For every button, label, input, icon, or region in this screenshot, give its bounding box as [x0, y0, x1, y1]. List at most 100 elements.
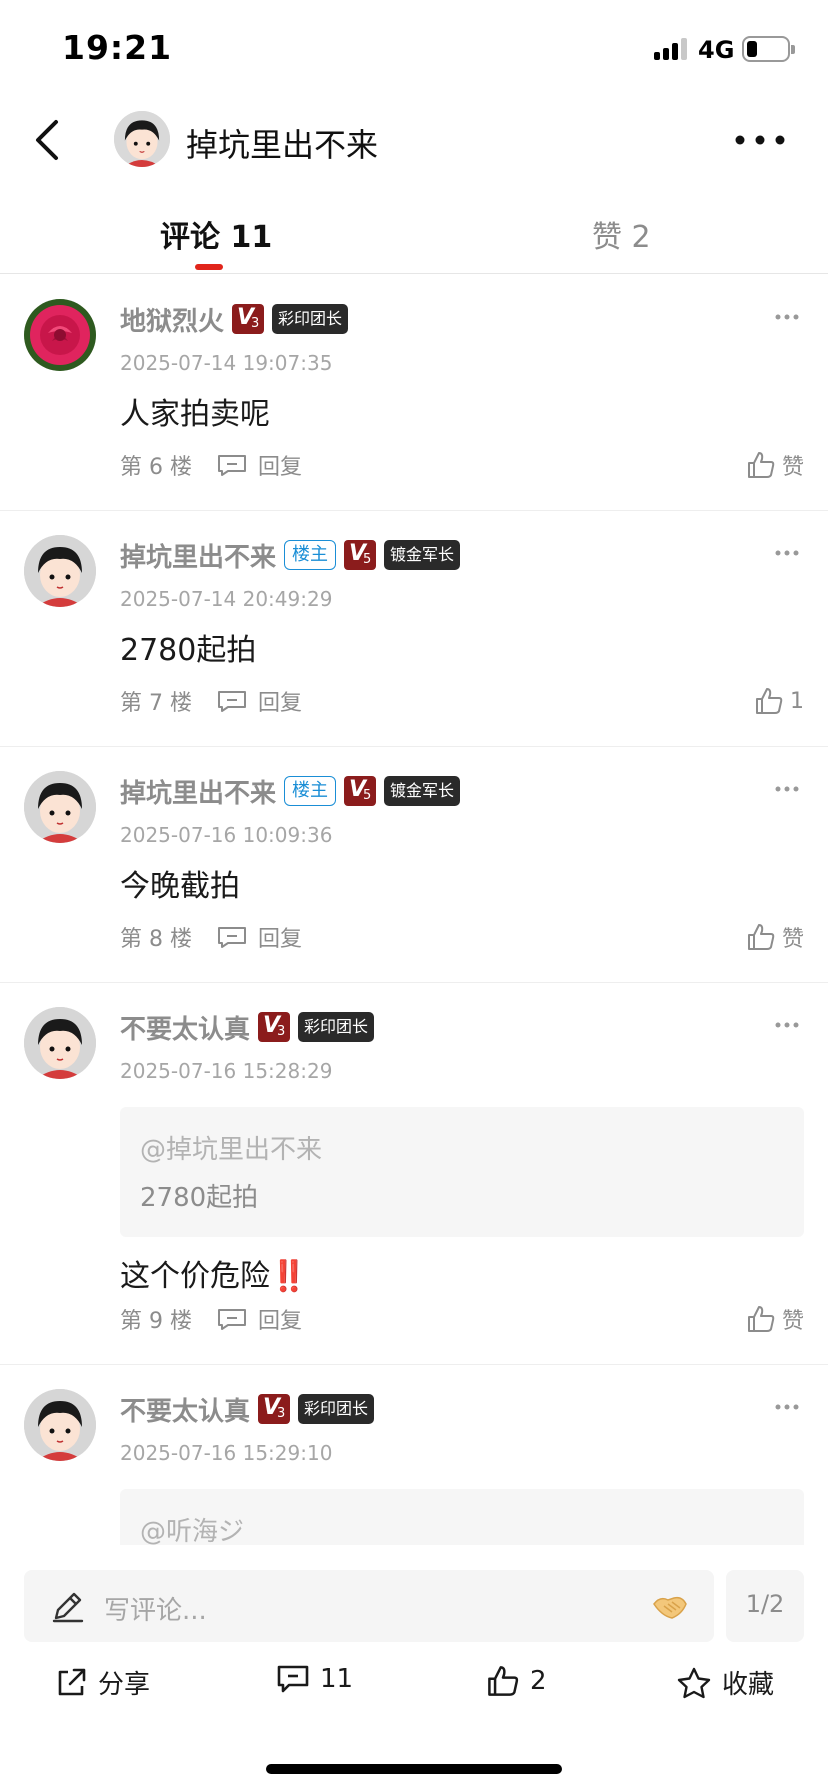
commenter-name[interactable]: 掉坑里出不来: [120, 537, 276, 574]
comment-header: 掉坑里出不来 楼主 V5 镀金军长: [120, 537, 461, 574]
reply-button[interactable]: 回复: [216, 1303, 302, 1335]
reply-bubble-icon: [217, 691, 246, 712]
comment-timestamp: 2025-07-14 19:07:35: [120, 351, 333, 375]
share-button[interactable]: 分享: [54, 1664, 150, 1701]
comment-item: 不要太认真 V3 彩印团长 2025-07-16 15:28:29 @掉坑里出不…: [0, 983, 828, 1365]
floor-number: 第 7 楼: [120, 691, 192, 716]
like-button[interactable]: 赞: [746, 919, 804, 955]
like-button[interactable]: 赞: [746, 447, 804, 483]
comment-text: 人家拍卖呢: [120, 397, 270, 432]
comment-text: 2780起拍: [120, 633, 257, 668]
reply-bubble-icon: [217, 455, 246, 476]
vip-badge: V3: [258, 1012, 291, 1042]
comment-more-icon[interactable]: [774, 785, 800, 793]
quoted-comment[interactable]: @听海ジ: [120, 1489, 804, 1545]
comments-button[interactable]: 11: [276, 1664, 353, 1694]
pen-icon: [52, 1592, 84, 1623]
floor-number: 第 8 楼: [120, 927, 192, 952]
page-indicator[interactable]: 1/2: [726, 1570, 804, 1642]
avatar[interactable]: [24, 771, 96, 843]
reply-button[interactable]: 回复: [216, 685, 302, 717]
share-icon: [58, 1668, 86, 1695]
avatar[interactable]: [24, 1389, 96, 1461]
thumbs-up-icon: [747, 452, 775, 478]
comment-timestamp: 2025-07-16 10:09:36: [120, 823, 333, 847]
tab-bar: 评论 11 赞 2: [0, 200, 828, 274]
handshake-icon[interactable]: [650, 1588, 690, 1624]
reply-label: 回复: [257, 691, 302, 716]
thumbs-up-icon: [488, 1666, 519, 1696]
more-options-icon[interactable]: [732, 134, 788, 146]
cartoon-avatar-icon: [24, 1007, 96, 1079]
like-post-button[interactable]: 2: [486, 1664, 547, 1698]
commenter-name[interactable]: 不要太认真: [120, 1391, 250, 1428]
comment-actions: 第 7 楼 回复: [120, 683, 302, 719]
comment-text-body: 这个价危险: [120, 1259, 270, 1294]
comment-list[interactable]: 地狱烈火 V3 彩印团长 2025-07-14 19:07:35 人家拍卖呢 第…: [0, 275, 828, 1545]
favorite-label: 收藏: [722, 1670, 775, 1700]
comment-header: 掉坑里出不来 楼主 V5 镀金军长: [120, 773, 461, 810]
rose-avatar-icon: [24, 299, 96, 371]
tab-likes[interactable]: 赞 2: [592, 212, 651, 256]
reply-label: 回复: [257, 927, 302, 952]
comments-count: 11: [320, 1664, 354, 1694]
vip-badge: V5: [344, 540, 377, 570]
comment-item: 不要太认真 V3 彩印团长 2025-07-16 15:29:10 @听海ジ: [0, 1365, 828, 1545]
avatar[interactable]: [24, 299, 96, 371]
like-label: 赞: [781, 927, 804, 952]
reply-button[interactable]: 回复: [216, 921, 302, 953]
favorite-button[interactable]: 收藏: [676, 1664, 774, 1701]
input-placeholder: 写评论...: [104, 1596, 207, 1626]
cartoon-avatar-icon: [24, 535, 96, 607]
quoted-comment[interactable]: @掉坑里出不来 2780起拍: [120, 1107, 804, 1237]
comment-bubble-icon: [277, 1665, 309, 1693]
thumbs-up-icon: [747, 1306, 775, 1332]
comment-more-icon[interactable]: [774, 1403, 800, 1411]
tab-active-indicator: [195, 264, 223, 270]
reply-bubble-icon: [217, 927, 246, 948]
comment-item: 掉坑里出不来 楼主 V5 镀金军长 2025-07-16 10:09:36 今晚…: [0, 747, 828, 983]
cartoon-avatar-icon: [24, 771, 96, 843]
avatar[interactable]: [24, 535, 96, 607]
comment-item: 地狱烈火 V3 彩印团长 2025-07-14 19:07:35 人家拍卖呢 第…: [0, 275, 828, 511]
reply-label: 回复: [257, 1309, 302, 1334]
comment-item: 掉坑里出不来 楼主 V5 镀金军长 2025-07-14 20:49:29 27…: [0, 511, 828, 747]
header-avatar[interactable]: [114, 111, 170, 167]
comment-more-icon[interactable]: [774, 1021, 800, 1029]
commenter-name[interactable]: 不要太认真: [120, 1009, 250, 1046]
comment-timestamp: 2025-07-14 20:49:29: [120, 587, 333, 611]
comment-header: 地狱烈火 V3 彩印团长: [120, 301, 349, 338]
rank-badge: 彩印团长: [298, 1394, 375, 1424]
page-title: 掉坑里出不来: [186, 126, 379, 164]
bottom-toolbar: 分享 11 2 收藏: [0, 1660, 828, 1708]
signal-icon: [654, 36, 690, 60]
comment-actions: 第 9 楼 回复: [120, 1301, 302, 1337]
like-button[interactable]: 1: [754, 683, 804, 719]
like-button[interactable]: 赞: [746, 1301, 804, 1337]
tab-comments[interactable]: 评论 11: [160, 212, 272, 256]
reply-button[interactable]: 回复: [216, 449, 302, 481]
comment-more-icon[interactable]: [774, 313, 800, 321]
quote-text: 2780起拍: [140, 1183, 259, 1213]
comment-input[interactable]: 写评论...: [24, 1570, 714, 1642]
commenter-name[interactable]: 掉坑里出不来: [120, 773, 276, 810]
comment-actions: 第 6 楼 回复: [120, 447, 302, 483]
likes-count: 2: [530, 1666, 547, 1696]
quote-mention: @掉坑里出不来: [140, 1135, 323, 1165]
comment-more-icon[interactable]: [774, 549, 800, 557]
home-indicator[interactable]: [266, 1764, 562, 1774]
rank-badge: 镀金军长: [384, 540, 461, 570]
commenter-name[interactable]: 地狱烈火: [120, 301, 224, 338]
vip-badge: V3: [232, 304, 265, 334]
battery-icon: [742, 36, 795, 62]
thumbs-up-icon: [756, 688, 783, 714]
comment-text: 今晚截拍: [120, 869, 240, 904]
back-arrow-icon[interactable]: [30, 118, 70, 162]
reply-label: 回复: [257, 455, 302, 480]
thumbs-up-icon: [747, 924, 775, 950]
reply-bubble-icon: [217, 1309, 246, 1330]
comment-header: 不要太认真 V3 彩印团长: [120, 1391, 375, 1428]
status-bar: 19:21 4G: [0, 0, 828, 100]
share-label: 分享: [98, 1670, 151, 1700]
avatar[interactable]: [24, 1007, 96, 1079]
